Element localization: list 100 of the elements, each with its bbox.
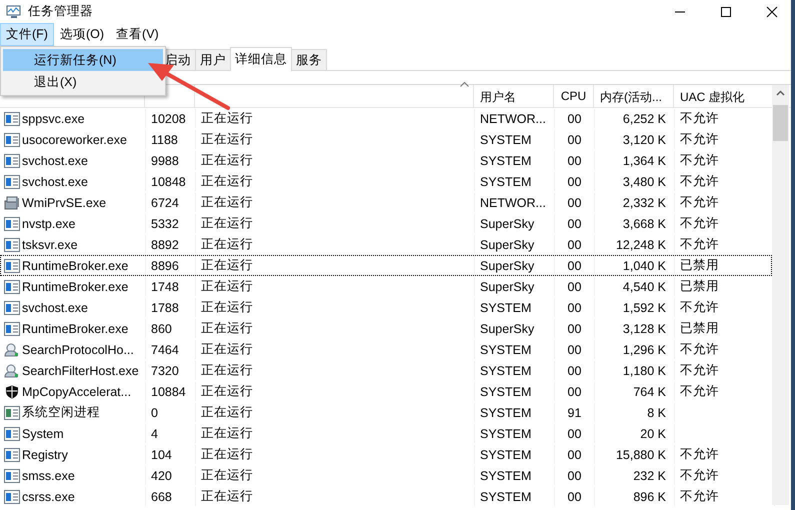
table-cell: 1188 xyxy=(146,130,196,149)
table-cell: 正在运行 xyxy=(196,130,475,149)
table-cell: 232 K xyxy=(595,466,675,485)
menu-item[interactable]: 文件(F) xyxy=(0,22,54,46)
column-header[interactable]: CPU xyxy=(554,85,594,107)
table-cell: 3,668 K xyxy=(595,214,675,233)
table-cell: 正在运行 xyxy=(196,172,475,191)
table-cell: 00 xyxy=(555,340,595,359)
scrollbar-thumb[interactable] xyxy=(773,105,788,141)
table-cell: 1,180 K xyxy=(595,361,675,380)
tab[interactable]: 详细信息 xyxy=(230,47,292,71)
menu-item[interactable]: 查看(V) xyxy=(110,22,165,46)
table-cell: tsksvr.exe xyxy=(22,238,78,252)
table-cell: 3,128 K xyxy=(595,319,675,338)
table-cell: SYSTEM xyxy=(475,445,555,464)
table-cell: MpCopyAccelerat... xyxy=(22,384,132,398)
table-cell: 20 K xyxy=(595,424,675,443)
table-cell: 668 xyxy=(146,487,196,506)
table-cell: 正在运行 xyxy=(196,487,475,506)
window-title: 任务管理器 xyxy=(28,3,93,20)
table-cell: 6724 xyxy=(146,193,196,212)
table-cell: svchost.exe xyxy=(22,154,88,168)
table-cell: 10208 xyxy=(146,109,196,128)
table-cell: 00 xyxy=(555,214,595,233)
table-cell: 3,480 K xyxy=(595,172,675,191)
table-cell: 00 xyxy=(555,319,595,338)
table-cell: 8 K xyxy=(595,403,675,422)
table-cell: SearchFilterHost.exe xyxy=(22,364,139,378)
user-search-icon xyxy=(4,342,20,356)
table-cell: 10848 xyxy=(146,172,196,191)
table-cell: SYSTEM xyxy=(475,172,555,191)
table-cell: 7464 xyxy=(146,340,196,359)
shield-icon xyxy=(4,384,20,398)
table-cell: 正在运行 xyxy=(196,424,475,443)
window-icon xyxy=(4,216,20,230)
table-cell: usocoreworker.exe xyxy=(22,132,127,146)
table-cell: Registry xyxy=(22,448,68,462)
table-cell: 4,540 K xyxy=(595,277,675,296)
table-cell: SYSTEM xyxy=(475,151,555,170)
table-cell: 00 xyxy=(555,193,595,212)
table-cell: 00 xyxy=(555,487,595,506)
table-cell: 420 xyxy=(146,466,196,485)
table-cell: SuperSky xyxy=(475,214,555,233)
table-cell: 正在运行 xyxy=(196,109,475,128)
table-cell: 正在运行 xyxy=(196,298,475,317)
window-icon xyxy=(4,490,20,504)
tab[interactable]: 服务 xyxy=(291,49,327,70)
table-cell: 00 xyxy=(555,424,595,443)
table-cell: 正在运行 xyxy=(196,382,475,401)
table-cell: 0 xyxy=(146,403,196,422)
window-icon xyxy=(4,322,20,336)
table-cell: smss.exe xyxy=(22,468,75,482)
table-cell: 104 xyxy=(146,445,196,464)
table-cell: 00 xyxy=(555,298,595,317)
table-cell: 00 xyxy=(555,382,595,401)
table-cell: SYSTEM xyxy=(475,298,555,317)
table-cell: svchost.exe xyxy=(22,300,88,314)
table-cell: SYSTEM xyxy=(475,361,555,380)
table-cell: 正在运行 xyxy=(196,277,475,296)
column-header[interactable]: 用户名 xyxy=(474,85,554,107)
table-cell: 91 xyxy=(555,403,595,422)
table-cell: 00 xyxy=(555,445,595,464)
table-cell: nvstp.exe xyxy=(22,216,76,230)
table-cell: 15,880 K xyxy=(595,445,675,464)
menu-item[interactable]: 退出(X) xyxy=(3,71,163,93)
table-cell: RuntimeBroker.exe xyxy=(22,322,128,336)
table-cell: SYSTEM xyxy=(475,382,555,401)
table-cell: SYSTEM xyxy=(475,403,555,422)
computer-icon xyxy=(4,196,20,210)
window-icon xyxy=(4,280,20,294)
table-cell: WmiPrvSE.exe xyxy=(22,196,106,210)
table-cell: 正在运行 xyxy=(196,193,475,212)
window-icon xyxy=(4,132,20,146)
table-cell: 860 xyxy=(146,319,196,338)
column-header[interactable]: 内存(活动... xyxy=(594,85,674,107)
process-row[interactable]: RuntimeBroker.exe 8896 正在运行 SuperSky 00 1,040 K 已禁用 xyxy=(0,255,772,276)
window-icon xyxy=(4,300,20,314)
table-cell: SuperSky xyxy=(475,235,555,254)
table-cell: SYSTEM xyxy=(475,424,555,443)
sort-caret-icon xyxy=(460,82,469,87)
table-cell: NETWOR... xyxy=(475,193,555,212)
table-cell: 正在运行 xyxy=(196,319,475,338)
window-icon xyxy=(4,238,20,252)
maximize-icon xyxy=(720,6,732,18)
table-cell: 10884 xyxy=(146,382,196,401)
table-cell: 2,332 K xyxy=(595,193,675,212)
window-icon xyxy=(4,154,20,168)
menu-item[interactable]: 选项(O) xyxy=(54,22,110,46)
window-icon xyxy=(4,426,20,440)
tab[interactable]: 用户 xyxy=(195,49,231,70)
table-cell: sppsvc.exe xyxy=(22,112,85,126)
table-cell: 正在运行 xyxy=(196,256,475,275)
table-cell: 00 xyxy=(555,172,595,191)
scrollbar[interactable] xyxy=(772,85,789,505)
table-cell: SYSTEM xyxy=(475,340,555,359)
table-cell: 896 K xyxy=(595,487,675,506)
table-cell: 正在运行 xyxy=(196,466,475,485)
menu-item[interactable]: 运行新任务(N) xyxy=(3,49,163,71)
table-cell: RuntimeBroker.exe xyxy=(22,258,128,272)
table-cell: 00 xyxy=(555,235,595,254)
